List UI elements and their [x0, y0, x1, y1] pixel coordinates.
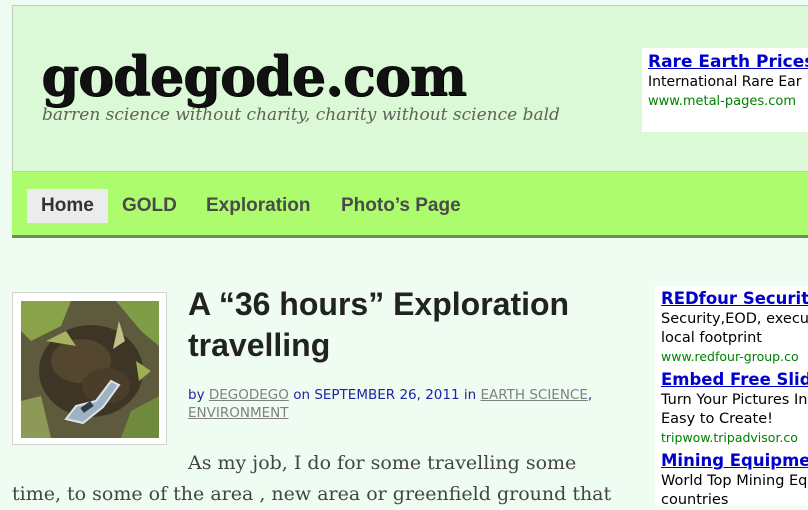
meta-comma: ,	[587, 387, 593, 403]
meta-on: on	[293, 387, 311, 403]
site-header: godegode.com barren science without char…	[12, 5, 808, 172]
sidebar-ad-text: Easy to Create!	[661, 411, 773, 427]
header-ad-text: International Rare Ear	[648, 74, 802, 90]
sidebar-ad-text: Security,EOD, execu	[661, 311, 808, 327]
nav-item-gold[interactable]: GOLD	[108, 189, 191, 223]
main-navigation: Home GOLD Exploration Photo’s Page	[12, 172, 808, 238]
sidebar-ad[interactable]: Embed Free Slide Turn Your Pictures In E…	[661, 369, 808, 446]
post-thumbnail-image	[21, 301, 159, 438]
sidebar-ad[interactable]: Mining Equipmen World Top Mining Eq coun…	[661, 450, 808, 506]
sidebar-ad-text: countries	[661, 492, 729, 506]
nav-item-home[interactable]: Home	[27, 189, 108, 223]
sidebar-ad[interactable]: REDfour Security Security,EOD, execu loc…	[661, 288, 808, 365]
sidebar-ad-url[interactable]: www.redfour-group.co	[661, 348, 808, 365]
post-body-line: As my job, I do for some travelling some	[188, 452, 577, 474]
meta-in: in	[463, 387, 477, 403]
sidebar-ad-url[interactable]: tripwow.tripadvisor.co	[661, 429, 808, 446]
sidebar-ad-text: local footprint	[661, 330, 762, 346]
site-title[interactable]: godegode.com	[41, 44, 467, 108]
post-title[interactable]: A “36 hours” Exploration travelling	[188, 284, 608, 366]
header-ad-title[interactable]: Rare Earth Prices	[648, 52, 808, 72]
site-tagline: barren science without charity, charity …	[42, 105, 560, 125]
sidebar-ad-title[interactable]: Mining Equipmen	[661, 450, 808, 472]
sidebar-ad-text: Turn Your Pictures In	[661, 392, 808, 408]
post-date: SEPTEMBER 26, 2011	[314, 387, 460, 403]
post-meta: by DEGODEGO on SEPTEMBER 26, 2011 in EAR…	[188, 386, 608, 422]
sidebar-ad-text: World Top Mining Eq	[661, 473, 808, 489]
post-body-line: time, to some of the area , new area or …	[12, 483, 612, 505]
header-ad-url[interactable]: www.metal-pages.com	[648, 94, 796, 109]
header-ad[interactable]: Rare Earth Prices International Rare Ear…	[642, 48, 808, 132]
nav-item-exploration[interactable]: Exploration	[192, 189, 325, 223]
nav-item-photos-page[interactable]: Photo’s Page	[327, 189, 475, 223]
category-link-environment[interactable]: ENVIRONMENT	[188, 405, 288, 421]
post-thumbnail[interactable]	[12, 292, 167, 445]
category-link-earth-science[interactable]: EARTH SCIENCE	[480, 387, 587, 403]
sidebar-ad-title[interactable]: Embed Free Slide	[661, 369, 808, 391]
author-link[interactable]: DEGODEGO	[209, 387, 289, 403]
sidebar-ads: REDfour Security Security,EOD, execu loc…	[655, 286, 808, 506]
post-body: As my job, I do for some travelling some…	[0, 448, 620, 510]
sidebar-ad-title[interactable]: REDfour Security	[661, 288, 808, 310]
meta-by: by	[188, 387, 205, 403]
